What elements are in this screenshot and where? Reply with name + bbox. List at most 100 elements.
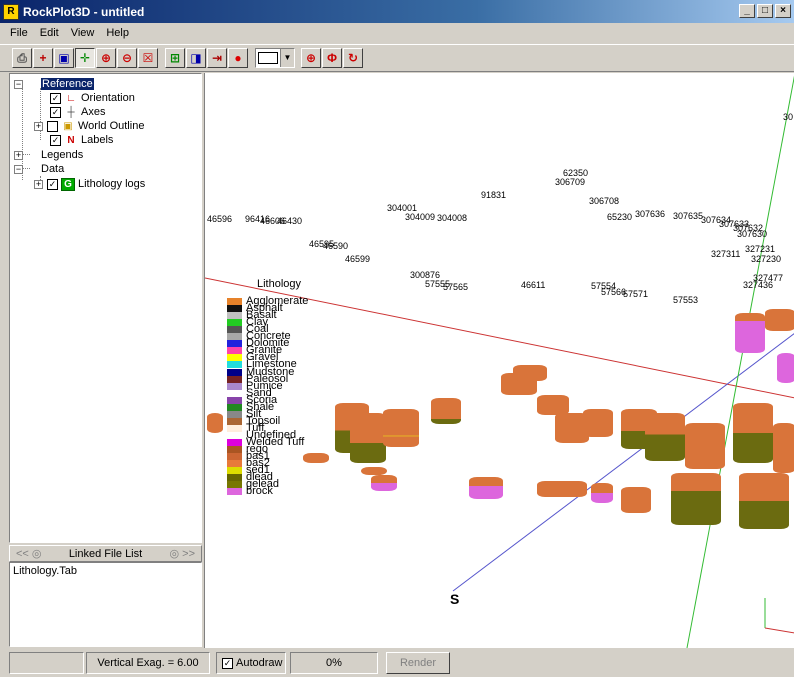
tree-item-orientation[interactable]: ✓ ∟ Orientation <box>50 91 135 105</box>
lithology-cylinder <box>765 309 794 331</box>
tree-label: Reference <box>41 78 94 90</box>
legend-swatch <box>227 354 242 362</box>
tree-item-reference[interactable]: − Reference <box>14 77 94 91</box>
printer-icon[interactable]: ⎙ <box>12 48 32 68</box>
legend-swatch <box>227 453 242 461</box>
menu-view[interactable]: View <box>65 27 101 39</box>
scroll-left-button[interactable]: << ◎ <box>16 547 42 560</box>
well-label: 46590 <box>323 241 349 251</box>
axes-icon: ┼ <box>67 106 75 118</box>
legend-swatch <box>227 347 242 355</box>
light-icon[interactable]: ● <box>228 48 248 68</box>
tree-item-axes[interactable]: ✓ ┼ Axes <box>50 105 105 119</box>
well-label: 57571 <box>623 289 649 299</box>
legend-color <box>227 424 242 432</box>
expand-icon[interactable]: + <box>14 150 23 160</box>
minimize-button[interactable]: _ <box>739 4 755 18</box>
legend-swatch <box>227 403 242 411</box>
legend-color <box>227 453 242 461</box>
menu-help[interactable]: Help <box>100 27 135 39</box>
close-button[interactable]: × <box>775 4 791 18</box>
legend-color <box>227 347 242 355</box>
compass-label: S <box>450 591 460 607</box>
tree-item-lithology-logs[interactable]: + ✓ G Lithology logs <box>34 177 145 191</box>
pan-icon[interactable]: ⊞ <box>165 48 185 68</box>
rotate-x-icon[interactable]: ⊕ <box>301 48 321 68</box>
legend-title: Lithology <box>257 278 302 290</box>
collapse-icon[interactable]: − <box>14 164 23 174</box>
collapse-icon[interactable]: − <box>14 79 23 89</box>
toolbar: ⎙ + ▣ ✛ ⊕ ⊖ ☒ ⊞ ◨ ⇥ ● ▼ ⊕ Φ ↻ <box>0 44 794 72</box>
legend-swatch <box>227 375 242 383</box>
lithology-cylinder <box>777 353 794 383</box>
maximize-button[interactable]: □ <box>757 4 773 18</box>
legend-swatch <box>227 312 242 320</box>
rotate-icon[interactable]: ◨ <box>186 48 206 68</box>
checkbox-world-outline[interactable] <box>47 120 58 132</box>
well-label: 304009 <box>405 212 436 222</box>
legend-color <box>227 382 242 390</box>
tree-label: Legends <box>41 149 84 161</box>
lithology-cylinder <box>469 477 503 499</box>
autodraw-checkbox[interactable]: ✓ <box>222 657 233 669</box>
well-label: 65230 <box>607 212 633 222</box>
well-label: 46430 <box>277 216 303 226</box>
save-icon[interactable]: + <box>33 48 53 68</box>
legend-swatch <box>227 460 242 468</box>
lithology-cylinder <box>207 413 223 433</box>
lithology-cylinder <box>371 475 397 491</box>
tree-item-world-outline[interactable]: + ▣ World Outline <box>34 119 144 133</box>
color-picker[interactable]: ▼ <box>255 48 295 68</box>
rotate-z-icon[interactable]: ↻ <box>343 48 363 68</box>
open-icon[interactable]: ▣ <box>54 48 74 68</box>
move-icon[interactable]: ⇥ <box>207 48 227 68</box>
expand-icon[interactable]: + <box>34 179 43 189</box>
render-button[interactable]: Render <box>386 652 450 674</box>
list-item[interactable]: Lithology.Tab <box>13 565 198 577</box>
zoom-out-icon[interactable]: ⊖ <box>117 48 137 68</box>
autodraw-label: Autodraw <box>236 657 283 669</box>
app-icon: R <box>3 3 19 20</box>
legend-color <box>227 488 242 496</box>
tree-item-labels[interactable]: ✓ N Labels <box>50 133 113 147</box>
rotate-y-icon[interactable]: Φ <box>322 48 342 68</box>
checkbox-labels[interactable]: ✓ <box>50 134 61 146</box>
labels-icon: N <box>67 134 75 146</box>
tree-item-data[interactable]: − Data <box>14 162 64 176</box>
well-label: 306708 <box>589 196 620 206</box>
scroll-right-button[interactable]: ◎ >> <box>169 547 195 560</box>
legend-color <box>227 417 242 425</box>
well-label: 307630 <box>737 229 768 239</box>
legend-swatch <box>227 467 242 475</box>
checkbox-orientation[interactable]: ✓ <box>50 92 61 104</box>
legend-color <box>227 460 242 468</box>
legend-swatch <box>227 298 242 305</box>
legend-swatch <box>227 326 242 334</box>
lithology-cylinder <box>583 409 613 437</box>
legend-color <box>227 312 242 320</box>
menu-file[interactable]: File <box>4 27 34 39</box>
tree-label: Data <box>41 163 65 175</box>
legend-swatch <box>227 474 242 482</box>
vertical-exaggeration: Vertical Exag. = 6.00 <box>86 652 210 674</box>
linked-file-list[interactable]: Lithology.Tab <box>9 562 202 647</box>
zoom-in-icon[interactable]: ⊕ <box>96 48 116 68</box>
zoom-extents-icon[interactable]: ☒ <box>138 48 158 68</box>
expand-icon[interactable]: + <box>34 121 43 131</box>
orientation-icon: ∟ <box>66 92 76 104</box>
color-swatch <box>258 52 278 64</box>
lithology-cylinder <box>361 467 387 475</box>
menu-edit[interactable]: Edit <box>34 27 65 39</box>
axis-icon[interactable]: ✛ <box>75 48 95 68</box>
tree-item-legends[interactable]: + Legends <box>14 148 83 162</box>
lithology-cylinder <box>537 481 587 497</box>
checkbox-axes[interactable]: ✓ <box>50 106 61 118</box>
autodraw-toggle[interactable]: ✓ Autodraw <box>216 652 286 674</box>
3d-viewport[interactable]: 62350 306709 91831 306708 304001 304009 … <box>204 73 794 648</box>
tree-label: Axes <box>81 106 106 118</box>
legend-color <box>227 375 242 383</box>
well-label: 327311 <box>711 249 741 259</box>
checkbox-lithology-logs[interactable]: ✓ <box>47 178 58 190</box>
legend-color <box>227 354 242 362</box>
chevron-down-icon[interactable]: ▼ <box>280 49 294 67</box>
